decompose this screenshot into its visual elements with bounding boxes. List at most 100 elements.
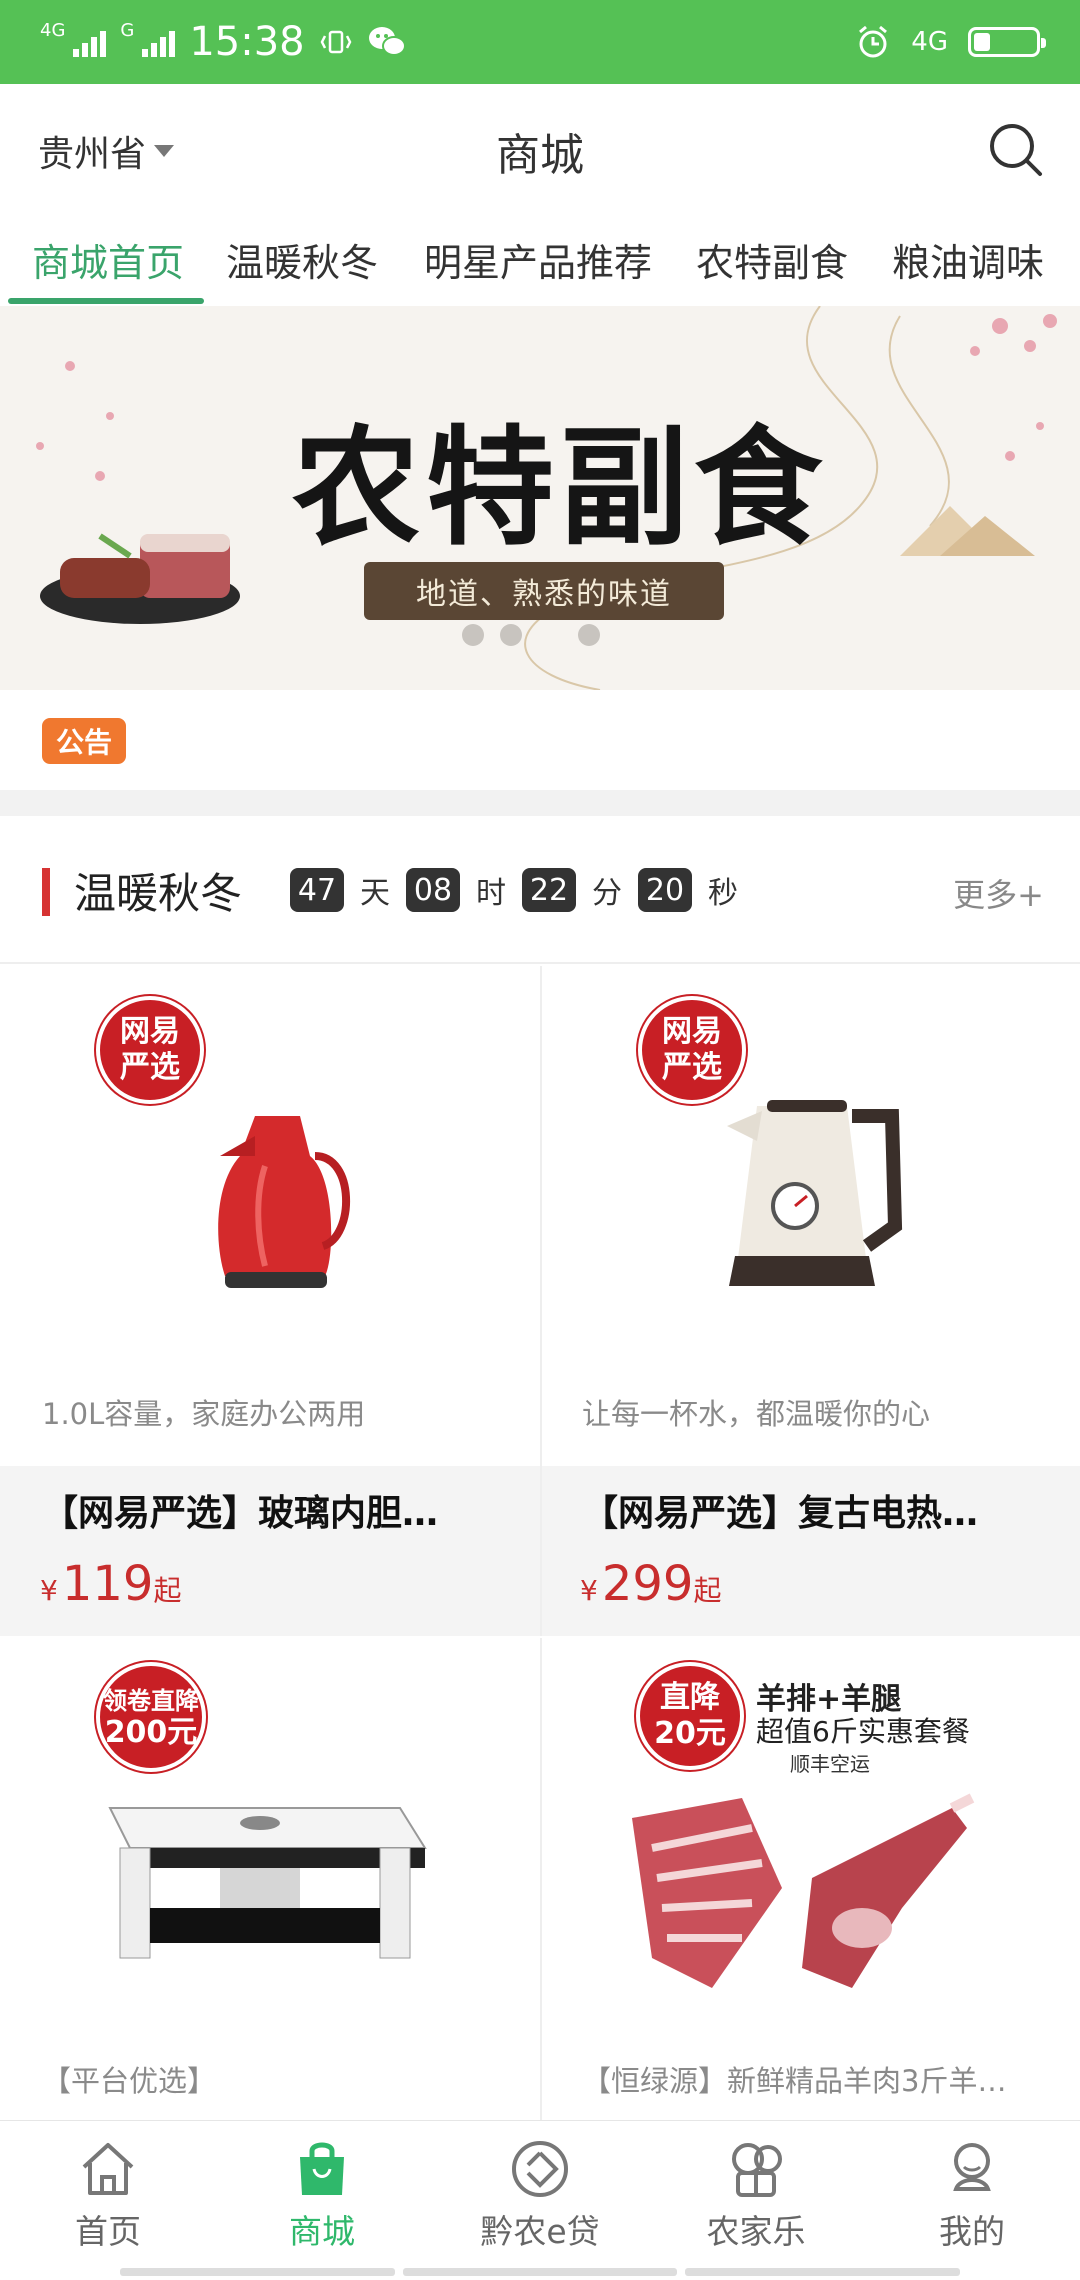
- status-time: 15:38: [189, 19, 305, 65]
- badge-line-2: 200元: [104, 1715, 198, 1750]
- thermos-jug-image: [218, 1116, 351, 1288]
- nav-label: 黔农e贷: [480, 2212, 600, 2251]
- price-currency: ¥: [40, 1574, 58, 1607]
- price-value: 119: [61, 1556, 154, 1612]
- unit-minute: 分: [592, 876, 622, 911]
- section-header: 温暖秋冬 47 天 08 时 22 分 20 秒 更多+: [0, 816, 1080, 964]
- battery-icon: [968, 27, 1046, 57]
- product-price: ¥ 119 起: [40, 1556, 181, 1612]
- notice-bar[interactable]: 公告: [0, 690, 1080, 790]
- brand-badge: 网易 严选: [96, 996, 204, 1104]
- banner-title: 农特副食: [292, 413, 829, 563]
- nav-item-loan[interactable]: 黔农e贷: [440, 2137, 640, 2253]
- lamb-meat-image: [632, 1793, 975, 1988]
- tab-warm-autumn-winter[interactable]: 温暖秋冬: [226, 232, 378, 287]
- promo-banner[interactable]: 农特副食 地道、熟悉的味道: [0, 306, 1080, 690]
- coupon-badge: 领卷直降 200元: [96, 1662, 206, 1772]
- product-card[interactable]: 网易 严选 让每一杯水，都温暖你的心 【网易严选】复古电热… ¥ 299 起: [542, 966, 1080, 1636]
- status-left: 4G G 15:38: [40, 19, 407, 65]
- product-desc: 1.0L容量，家庭办公两用: [42, 1397, 366, 1431]
- alarm-icon: [859, 25, 888, 58]
- product-image: 直降 20元 羊排+羊腿 超值6斤实惠套餐 顺丰空运: [542, 1638, 1080, 2038]
- banner-subtitle: 地道、熟悉的味道: [364, 562, 724, 620]
- status-bar: 4G G 15:38 4G: [0, 0, 1080, 84]
- loan-icon: [512, 2141, 568, 2197]
- nav-item-farm-stay[interactable]: 农家乐: [656, 2137, 856, 2253]
- product-name: 【网易严选】玻璃内胆…: [42, 1493, 439, 1534]
- wechat-icon: [368, 27, 406, 56]
- tab-star-products[interactable]: 明星产品推荐: [424, 232, 652, 287]
- nav-label: 我的: [939, 2212, 1005, 2251]
- top-bar: 贵州省 商城: [0, 84, 1080, 218]
- carousel-dot[interactable]: [578, 624, 600, 646]
- countdown-days: 47: [290, 868, 344, 912]
- product-card[interactable]: 网易 严选 1.0L容量，家庭办公两用 【网易严选】玻璃内胆… ¥ 119 起: [0, 966, 540, 1636]
- product-desc: 【平台优选】: [42, 2064, 217, 2098]
- vibrate-icon: [320, 30, 352, 54]
- countdown-seconds: 20: [638, 868, 692, 912]
- section-title: 温暖秋冬: [74, 869, 243, 918]
- gesture-bar: [120, 2268, 961, 2276]
- section-accent-bar: [42, 868, 50, 916]
- nav-item-mall[interactable]: 商城: [222, 2137, 422, 2253]
- page-title: 商城: [496, 130, 584, 181]
- product-info: 【网易严选】玻璃内胆… ¥ 119 起: [0, 1466, 540, 1636]
- carousel-dots: [462, 624, 600, 646]
- tab-home[interactable]: 商城首页: [32, 232, 184, 287]
- product-desc: 让每一杯水，都温暖你的心: [582, 1397, 931, 1431]
- signal-icon-2: [142, 27, 176, 57]
- status-right: 4G: [855, 24, 1046, 60]
- product-card[interactable]: 直降 20元 羊排+羊腿 超值6斤实惠套餐 顺丰空运 【恒绿源】新鲜精品羊肉3斤…: [542, 1638, 1080, 2120]
- heater-table-image: [108, 1807, 427, 1959]
- more-link[interactable]: 更多+: [953, 870, 1044, 916]
- price-value: 299: [601, 1556, 694, 1612]
- countdown-hours: 08: [406, 868, 460, 912]
- food-image: [40, 533, 240, 624]
- nav-label: 农家乐: [706, 2212, 806, 2251]
- carousel-dot[interactable]: [500, 624, 522, 646]
- tab-grain-oil[interactable]: 粮油调味: [892, 232, 1044, 287]
- price-unit: 起: [153, 1574, 182, 1607]
- price-currency: ¥: [580, 1574, 598, 1607]
- unit-hour: 时: [476, 876, 506, 911]
- electric-kettle-image: [727, 1100, 903, 1286]
- promo-line-3: 顺丰空运: [790, 1752, 870, 1776]
- network-type-2: G: [120, 19, 135, 41]
- product-image: 网易 严选: [542, 966, 1080, 1366]
- countdown-minutes: 22: [522, 868, 576, 912]
- home-icon: [82, 2143, 134, 2195]
- notice-badge: 公告: [42, 718, 126, 764]
- nav-label: 商城: [289, 2212, 355, 2251]
- badge-line-1: 领卷直降: [103, 1687, 199, 1715]
- network-type-right: 4G: [911, 27, 948, 57]
- nav-label: 首页: [75, 2212, 141, 2251]
- product-name: 【网易严选】复古电热…: [582, 1493, 979, 1534]
- badge-line-2: 严选: [120, 1050, 180, 1085]
- badge-line-1: 网易: [120, 1014, 180, 1049]
- product-info: 【网易严选】复古电热… ¥ 299 起: [542, 1466, 1080, 1636]
- section-separator: [0, 790, 1080, 816]
- countdown-timer: 47 天 08 时 22 分 20 秒: [290, 868, 738, 912]
- tab-agri-food[interactable]: 农特副食: [696, 232, 848, 287]
- shopping-bag-icon: [300, 2142, 344, 2195]
- badge-line-1: 网易: [662, 1014, 722, 1049]
- network-type-1: 4G: [40, 19, 66, 41]
- product-desc: 【恒绿源】新鲜精品羊肉3斤羊…: [582, 2064, 1007, 2098]
- signal-icon: [73, 27, 107, 57]
- farm-stay-icon: [732, 2143, 782, 2197]
- product-image: 领卷直降 200元: [0, 1638, 540, 2038]
- unit-second: 秒: [708, 876, 738, 911]
- badge-line-1: 直降: [660, 1680, 720, 1715]
- price-unit: 起: [693, 1574, 722, 1607]
- search-icon[interactable]: [986, 120, 1044, 178]
- nav-item-profile[interactable]: 我的: [872, 2137, 1072, 2253]
- promo-line-2: 超值6斤实惠套餐: [756, 1715, 970, 1748]
- carousel-dot[interactable]: [462, 624, 484, 646]
- product-image: 网易 严选: [0, 966, 540, 1366]
- tab-indicator: [8, 298, 204, 304]
- bottom-nav: 首页 商城 黔农e贷 农家乐 我的: [0, 2120, 1080, 2280]
- product-card[interactable]: 领卷直降 200元 【平台优选】: [0, 1638, 540, 2120]
- profile-icon: [953, 2143, 991, 2191]
- unit-day: 天: [360, 876, 390, 911]
- nav-item-home[interactable]: 首页: [8, 2137, 208, 2253]
